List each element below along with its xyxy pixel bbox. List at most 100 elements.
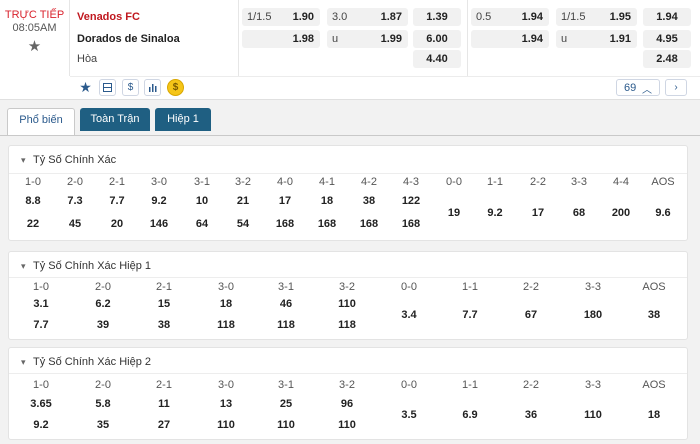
odds-value[interactable]: 110: [327, 298, 367, 310]
odds-value[interactable]: 7.7: [450, 309, 490, 321]
chevron-right-icon[interactable]: ›: [665, 79, 687, 96]
odds-value[interactable]: 27: [144, 419, 184, 431]
section-header[interactable]: ▾ Tỷ Số Chính Xác Hiệp 2: [21, 356, 151, 368]
odds-value[interactable]: 7.3: [55, 195, 95, 207]
odds-cell[interactable]: 4.95: [643, 30, 691, 48]
odds-value[interactable]: 3.4: [389, 309, 429, 321]
odds-cell[interactable]: 1/1.5 1.95: [556, 8, 637, 26]
odds-value[interactable]: 6.2: [83, 298, 123, 310]
more-markets-button[interactable]: 69 ︿: [616, 79, 660, 96]
odds-value[interactable]: 118: [206, 319, 246, 331]
odds-value[interactable]: 6.9: [450, 409, 490, 421]
odds-cell[interactable]: 3.0 1.87: [327, 8, 408, 26]
odds-value[interactable]: 38: [144, 319, 184, 331]
odds-value[interactable]: 45: [55, 218, 95, 230]
odds-cell[interactable]: 1.98: [242, 30, 320, 48]
odds-value[interactable]: 19: [434, 207, 474, 219]
odds-value[interactable]: 11: [144, 398, 184, 410]
score-label: 3-3: [585, 379, 601, 391]
tab-popular[interactable]: Phổ biến: [7, 108, 75, 136]
odds-value[interactable]: 54: [223, 218, 263, 230]
dollar-icon[interactable]: $: [122, 79, 139, 96]
draw-label: Hòa: [77, 53, 98, 65]
odds-value[interactable]: 9.2: [475, 207, 515, 219]
odds-value[interactable]: 122: [391, 195, 431, 207]
odds-cell[interactable]: 4.40: [413, 50, 461, 68]
stats-board-icon[interactable]: [99, 79, 116, 96]
odds-value[interactable]: 110: [573, 409, 613, 421]
odds-value[interactable]: 96: [327, 398, 367, 410]
tab-full-match[interactable]: Toàn Trận: [80, 108, 150, 131]
odds-value[interactable]: 168: [349, 218, 389, 230]
odds-value[interactable]: 8.8: [13, 195, 53, 207]
odds-value[interactable]: 18: [206, 298, 246, 310]
odds-value[interactable]: 36: [511, 409, 551, 421]
away-team[interactable]: Dorados de Sinaloa: [77, 33, 180, 45]
score-label: 3-1: [278, 379, 294, 391]
odds-value[interactable]: 67: [511, 309, 551, 321]
odds-cell[interactable]: 1.39: [413, 8, 461, 26]
odds-value[interactable]: 9.6: [643, 207, 683, 219]
odds-value[interactable]: 7.7: [97, 195, 137, 207]
odds-cell[interactable]: u 1.99: [327, 30, 408, 48]
chevron-up-icon: ︿: [642, 85, 652, 96]
odds-value[interactable]: 35: [83, 419, 123, 431]
odds-value[interactable]: 118: [266, 319, 306, 331]
bar-chart-icon[interactable]: [144, 79, 161, 96]
odds-value[interactable]: 15: [144, 298, 184, 310]
odds-value[interactable]: 20: [97, 218, 137, 230]
odds-value[interactable]: 64: [182, 218, 222, 230]
odds-value[interactable]: 38: [349, 195, 389, 207]
odds-value[interactable]: 13: [206, 398, 246, 410]
score-label: 0-0: [446, 176, 462, 188]
odds-value[interactable]: 168: [265, 218, 305, 230]
odds-value[interactable]: 46: [266, 298, 306, 310]
favorite-star-icon[interactable]: ★: [0, 37, 69, 55]
odds-value[interactable]: 7.7: [21, 319, 61, 331]
odds-value[interactable]: 200: [601, 207, 641, 219]
odds-value[interactable]: 110: [327, 419, 367, 431]
odds-value[interactable]: 5.8: [83, 398, 123, 410]
score-label: 2-2: [523, 379, 539, 391]
home-team[interactable]: Venados FC: [77, 11, 140, 23]
odds-value[interactable]: 168: [391, 218, 431, 230]
odds-cell[interactable]: 1/1.5 1.90: [242, 8, 320, 26]
odds-value[interactable]: 3.5: [389, 409, 429, 421]
score-label: 2-0: [95, 281, 111, 293]
odds-value[interactable]: 180: [573, 309, 613, 321]
score-label: AOS: [642, 281, 666, 293]
star-icon[interactable]: ★: [77, 79, 94, 96]
odds-value[interactable]: 118: [327, 319, 367, 331]
odds-value[interactable]: 18: [307, 195, 347, 207]
odds-value[interactable]: 3.65: [21, 398, 61, 410]
odds-value[interactable]: 9.2: [21, 419, 61, 431]
odds-value[interactable]: 146: [139, 218, 179, 230]
odds-cell[interactable]: 1.94: [643, 8, 691, 26]
odds-value[interactable]: 18: [634, 409, 674, 421]
odds-value[interactable]: 110: [266, 419, 306, 431]
odds-value[interactable]: 68: [559, 207, 599, 219]
section-header[interactable]: ▾ Tỷ Số Chính Xác Hiệp 1: [21, 260, 151, 272]
section-header[interactable]: ▾ Tỷ Số Chính Xác: [21, 154, 116, 166]
chevron-down-icon: ▾: [21, 261, 26, 271]
odds-cell[interactable]: 6.00: [413, 30, 461, 48]
odds-value[interactable]: 110: [206, 419, 246, 431]
odds-value[interactable]: 3.1: [21, 298, 61, 310]
odds-cell[interactable]: 0.5 1.94: [471, 8, 549, 26]
odds-value[interactable]: 25: [266, 398, 306, 410]
odds-value[interactable]: 17: [518, 207, 558, 219]
odds-value[interactable]: 9.2: [139, 195, 179, 207]
tab-first-half[interactable]: Hiệp 1: [155, 108, 211, 131]
odds-cell[interactable]: 1.94: [471, 30, 549, 48]
odds-cell[interactable]: u 1.91: [556, 30, 637, 48]
odds-value[interactable]: 17: [265, 195, 305, 207]
odds-value[interactable]: 10: [182, 195, 222, 207]
odds-value[interactable]: 38: [634, 309, 674, 321]
odds-value[interactable]: 39: [83, 319, 123, 331]
odds-value[interactable]: 168: [307, 218, 347, 230]
odds-value[interactable]: 22: [13, 218, 53, 230]
odds-value[interactable]: 21: [223, 195, 263, 207]
odds-cell[interactable]: 2.48: [643, 50, 691, 68]
divider: [70, 76, 700, 77]
coin-icon[interactable]: $: [167, 79, 184, 96]
